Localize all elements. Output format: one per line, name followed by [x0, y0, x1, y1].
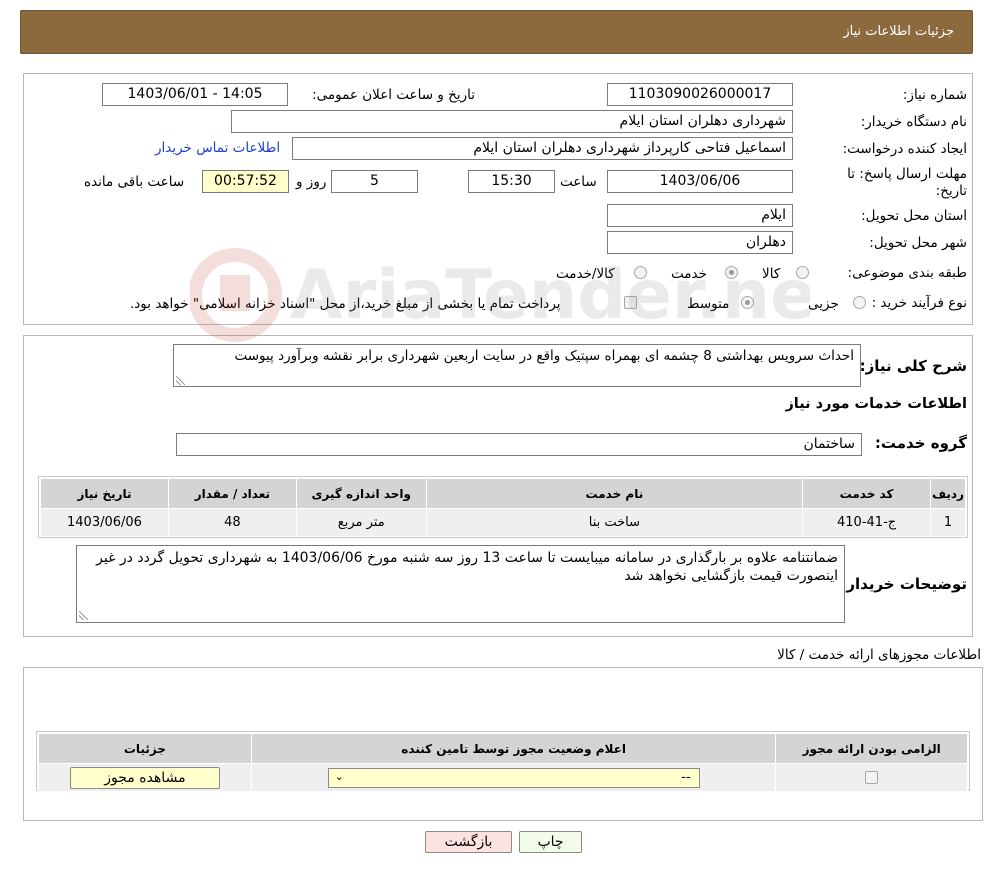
buyer-notes-label: توضیحات خریدار:: [840, 575, 967, 593]
col-permit-required: الزامی بودن ارائه مجوز: [775, 733, 968, 764]
province-field: ایلام: [607, 204, 793, 227]
page-header: جزئیات اطلاعات نیاز: [20, 10, 973, 54]
buyer-org-label: نام دستگاه خریدار:: [860, 114, 967, 130]
permits-table: الزامی بودن ارائه مجوز اعلام وضعیت مجوز …: [38, 733, 968, 792]
cell-permit-details: مشاهده مجوز: [38, 763, 252, 792]
category-option-service: خدمت: [671, 266, 707, 282]
buyer-org-field: شهرداری دهلران استان ایلام: [231, 110, 793, 133]
need-number-field: 1103090026000017: [607, 83, 793, 106]
view-permit-button[interactable]: مشاهده مجوز: [69, 766, 220, 789]
announce-date-field: 1403/06/01 - 14:05: [102, 83, 288, 106]
col-need-date: تاریخ نیاز: [40, 478, 169, 509]
buyer-notes-text: ضمانتنامه علاوه بر بارگذاری در سامانه می…: [96, 550, 838, 584]
category-option-goods-service: کالا/خدمت: [556, 266, 615, 282]
purchase-option-medium: متوسط: [687, 296, 730, 312]
col-service-code: کد خدمت: [802, 478, 932, 509]
cell-need-date: 1403/06/06: [40, 508, 169, 537]
cell-quantity: 48: [167, 508, 297, 537]
page-title: جزئیات اطلاعات نیاز: [843, 24, 954, 39]
permit-required-checkbox: [865, 771, 879, 784]
services-table-header: ردیف کد خدمت نام خدمت واحد اندازه گیری ت…: [40, 478, 966, 509]
treasury-payment-checkbox[interactable]: [624, 296, 637, 309]
category-radio-goods-service[interactable]: [634, 266, 647, 279]
table-row: 1 ج-41-410 ساخت بنا متر مربع 48 1403/06/…: [40, 508, 966, 537]
purchase-radio-minor[interactable]: [853, 296, 866, 309]
purchase-radio-medium[interactable]: [741, 296, 754, 309]
deadline-time-label: ساعت: [560, 174, 597, 190]
col-permit-status: اعلام وضعیت مجوز توسط تامین کننده: [250, 733, 777, 764]
deadline-label-line2: تاریخ:: [935, 183, 967, 199]
cell-row: 1: [930, 508, 966, 537]
buyer-notes-resize-grip-icon[interactable]: [79, 611, 88, 620]
creator-label: ایجاد کننده درخواست:: [842, 141, 967, 157]
col-permit-details: جزئیات: [38, 733, 252, 764]
province-label: استان محل تحویل:: [861, 208, 967, 224]
days-label: روز و: [296, 174, 327, 190]
city-field: دهلران: [607, 231, 793, 254]
remaining-time-field: 00:57:52: [202, 170, 289, 193]
cell-permit-required: [775, 763, 968, 792]
category-label: طبقه بندی موضوعی:: [847, 265, 967, 281]
deadline-label-line1: مهلت ارسال پاسخ: تا: [847, 166, 967, 182]
days-field: 5: [331, 170, 418, 193]
treasury-payment-note: پرداخت تمام یا بخشی از مبلغ خرید،از محل …: [130, 296, 561, 312]
col-unit: واحد اندازه گیری: [295, 478, 427, 509]
col-service-name: نام خدمت: [425, 478, 804, 509]
cell-service-code: ج-41-410: [802, 508, 932, 537]
cell-unit: متر مربع: [295, 508, 427, 537]
purchase-option-minor: جزیی: [808, 296, 839, 312]
permit-status-select[interactable]: -- ⌄: [327, 767, 700, 788]
col-row: ردیف: [930, 478, 966, 509]
cell-permit-status: -- ⌄: [250, 763, 777, 792]
creator-field: اسماعیل فتاحی کارپرداز شهرداری دهلران اس…: [292, 137, 793, 160]
buyer-notes-textarea[interactable]: ضمانتنامه علاوه بر بارگذاری در سامانه می…: [76, 545, 845, 623]
col-quantity: تعداد / مقدار: [167, 478, 297, 509]
category-option-goods: کالا: [762, 266, 781, 282]
description-label: شرح کلی نیاز:: [859, 357, 967, 375]
permits-table-header: الزامی بودن ارائه مجوز اعلام وضعیت مجوز …: [38, 733, 968, 764]
deadline-time-field: 15:30: [468, 170, 555, 193]
description-resize-grip-icon[interactable]: [176, 376, 185, 385]
description-text: احداث سرویس بهداشتی 8 چشمه ای بهمراه سپت…: [234, 348, 854, 364]
category-radio-service[interactable]: [725, 266, 738, 279]
remaining-label: ساعت باقی مانده: [84, 174, 185, 190]
deadline-label: مهلت ارسال پاسخ: تا تاریخ:: [847, 166, 967, 200]
chevron-down-icon: ⌄: [334, 769, 344, 783]
permits-section-title: اطلاعات مجوزهای ارائه خدمت / کالا: [777, 647, 981, 663]
service-group-field: ساختمان: [176, 433, 862, 456]
cell-service-name: ساخت بنا: [425, 508, 804, 537]
services-section-title: اطلاعات خدمات مورد نیاز: [785, 396, 967, 412]
services-table: ردیف کد خدمت نام خدمت واحد اندازه گیری ت…: [40, 478, 966, 537]
service-group-label: گروه خدمت:: [874, 434, 967, 452]
description-textarea[interactable]: احداث سرویس بهداشتی 8 چشمه ای بهمراه سپت…: [173, 344, 861, 387]
need-number-label: شماره نیاز:: [902, 87, 967, 103]
purchase-type-label: نوع فرآیند خرید :: [871, 295, 967, 311]
announce-label: تاریخ و ساعت اعلان عمومی:: [312, 87, 475, 103]
deadline-date-field: 1403/06/06: [607, 170, 793, 193]
city-label: شهر محل تحویل:: [869, 235, 967, 251]
table-row: -- ⌄ مشاهده مجوز: [38, 763, 968, 792]
permit-status-value: --: [681, 769, 691, 785]
print-button[interactable]: چاپ: [519, 831, 582, 853]
buyer-contact-link[interactable]: اطلاعات تماس خریدار: [155, 140, 280, 156]
back-button[interactable]: بازگشت: [425, 831, 512, 853]
category-radio-goods[interactable]: [796, 266, 809, 279]
